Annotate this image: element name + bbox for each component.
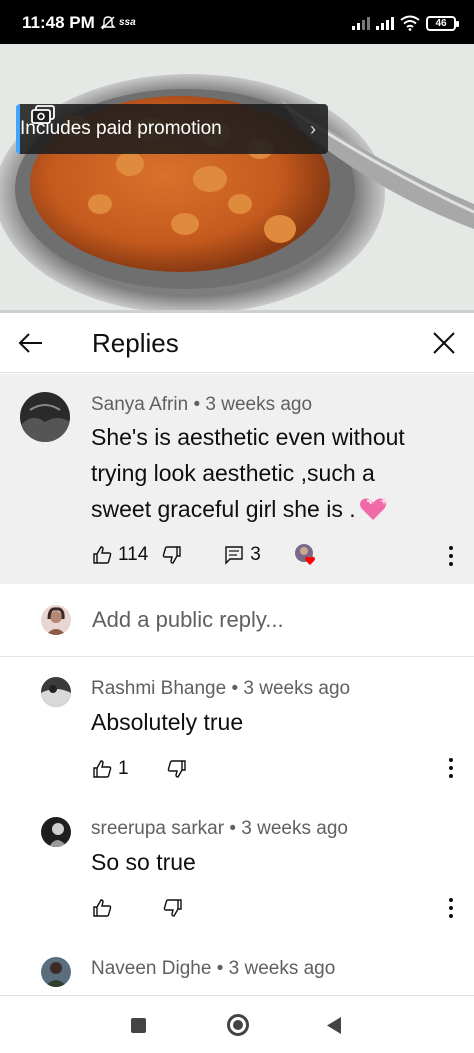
thumbs-up-icon[interactable]	[92, 759, 112, 779]
avatar[interactable]	[41, 677, 71, 707]
more-options-icon[interactable]	[448, 898, 454, 918]
back-arrow-icon[interactable]	[14, 327, 48, 359]
comment-text: Absolutely true	[91, 709, 244, 735]
thumbs-up-icon[interactable]	[92, 545, 112, 565]
avatar	[41, 605, 71, 635]
close-icon[interactable]	[430, 329, 458, 357]
comment-actions: 1	[92, 758, 187, 780]
recents-button[interactable]	[131, 1018, 146, 1033]
wifi-icon	[400, 15, 420, 31]
comment-time: 3 weeks ago	[228, 958, 336, 979]
comment-meta: Rashmi Bhange • 3 weeks ago	[91, 678, 351, 699]
thumbs-up-icon[interactable]	[92, 898, 112, 918]
signal-icon	[352, 16, 370, 30]
status-icons: 46	[352, 14, 459, 32]
comment-time: 3 weeks ago	[241, 818, 348, 839]
replies-title: Replies	[92, 328, 179, 358]
comment-author[interactable]: Naveen Dighe	[91, 958, 211, 979]
thumbs-down-icon[interactable]	[167, 759, 187, 779]
creator-heart-icon	[294, 544, 315, 565]
thumbs-down-icon[interactable]	[162, 545, 182, 565]
battery-icon: 46	[426, 15, 459, 31]
avatar[interactable]	[41, 817, 71, 847]
comment-author[interactable]: sreerupa sarkar	[91, 818, 224, 839]
add-reply-row	[0, 585, 474, 657]
video-player[interactable]: Includes paid promotion ›	[0, 44, 474, 314]
comment-time: 3 weeks ago	[243, 678, 351, 699]
home-button[interactable]	[227, 1014, 249, 1036]
status-time: 11:48 PM	[22, 13, 95, 32]
comment-actions: 114 3	[92, 544, 317, 566]
status-bar: 11:48 PM ssa 46	[0, 0, 474, 44]
comment-meta: sreerupa sarkar • 3 weeks ago	[91, 818, 348, 839]
avatar[interactable]	[20, 392, 70, 442]
replies-icon[interactable]	[224, 545, 244, 565]
comment-actions	[92, 898, 183, 918]
back-nav-icon[interactable]	[326, 1017, 342, 1034]
reply-input[interactable]	[92, 607, 432, 633]
video-frame-image	[0, 44, 474, 314]
comment-author[interactable]: Sanya Afrin	[91, 394, 188, 415]
parent-comment: Sanya Afrin • 3 weeks ago She's is aesth…	[0, 374, 474, 584]
chevron-right-icon: ›	[310, 118, 316, 139]
comment-text-line: She's is aesthetic even without	[91, 424, 405, 450]
comment-text-line: trying look aesthetic ,such a	[91, 460, 375, 486]
comment-text-line: sweet graceful girl she is .	[91, 496, 356, 522]
comment-meta: Naveen Dighe • 3 weeks ago	[91, 958, 336, 979]
comment-text: So so true	[91, 849, 196, 875]
comment-time: 3 weeks ago	[205, 394, 313, 415]
avatar[interactable]	[41, 957, 71, 987]
system-nav-bar	[0, 995, 474, 1053]
comment-text: She's is aesthetic even without trying l…	[91, 419, 461, 527]
sparkling-heart-icon	[359, 497, 388, 520]
replies-header: Replies	[0, 313, 474, 373]
thumbs-down-icon[interactable]	[163, 898, 183, 918]
mute-icon	[100, 16, 116, 30]
comment-author[interactable]: Rashmi Bhange	[91, 678, 226, 699]
more-options-icon[interactable]	[448, 546, 454, 566]
battery-level: 46	[435, 17, 447, 29]
network-label: ssa	[119, 17, 136, 28]
signal-icon	[376, 16, 394, 30]
like-count: 1	[118, 758, 129, 779]
reply-count: 3	[250, 544, 261, 565]
more-options-icon[interactable]	[448, 758, 454, 778]
paid-promotion-banner[interactable]: Includes paid promotion ›	[16, 104, 328, 154]
comment-meta: Sanya Afrin • 3 weeks ago	[91, 394, 313, 415]
paid-promotion-icon	[31, 105, 55, 124]
like-count: 114	[118, 544, 149, 565]
